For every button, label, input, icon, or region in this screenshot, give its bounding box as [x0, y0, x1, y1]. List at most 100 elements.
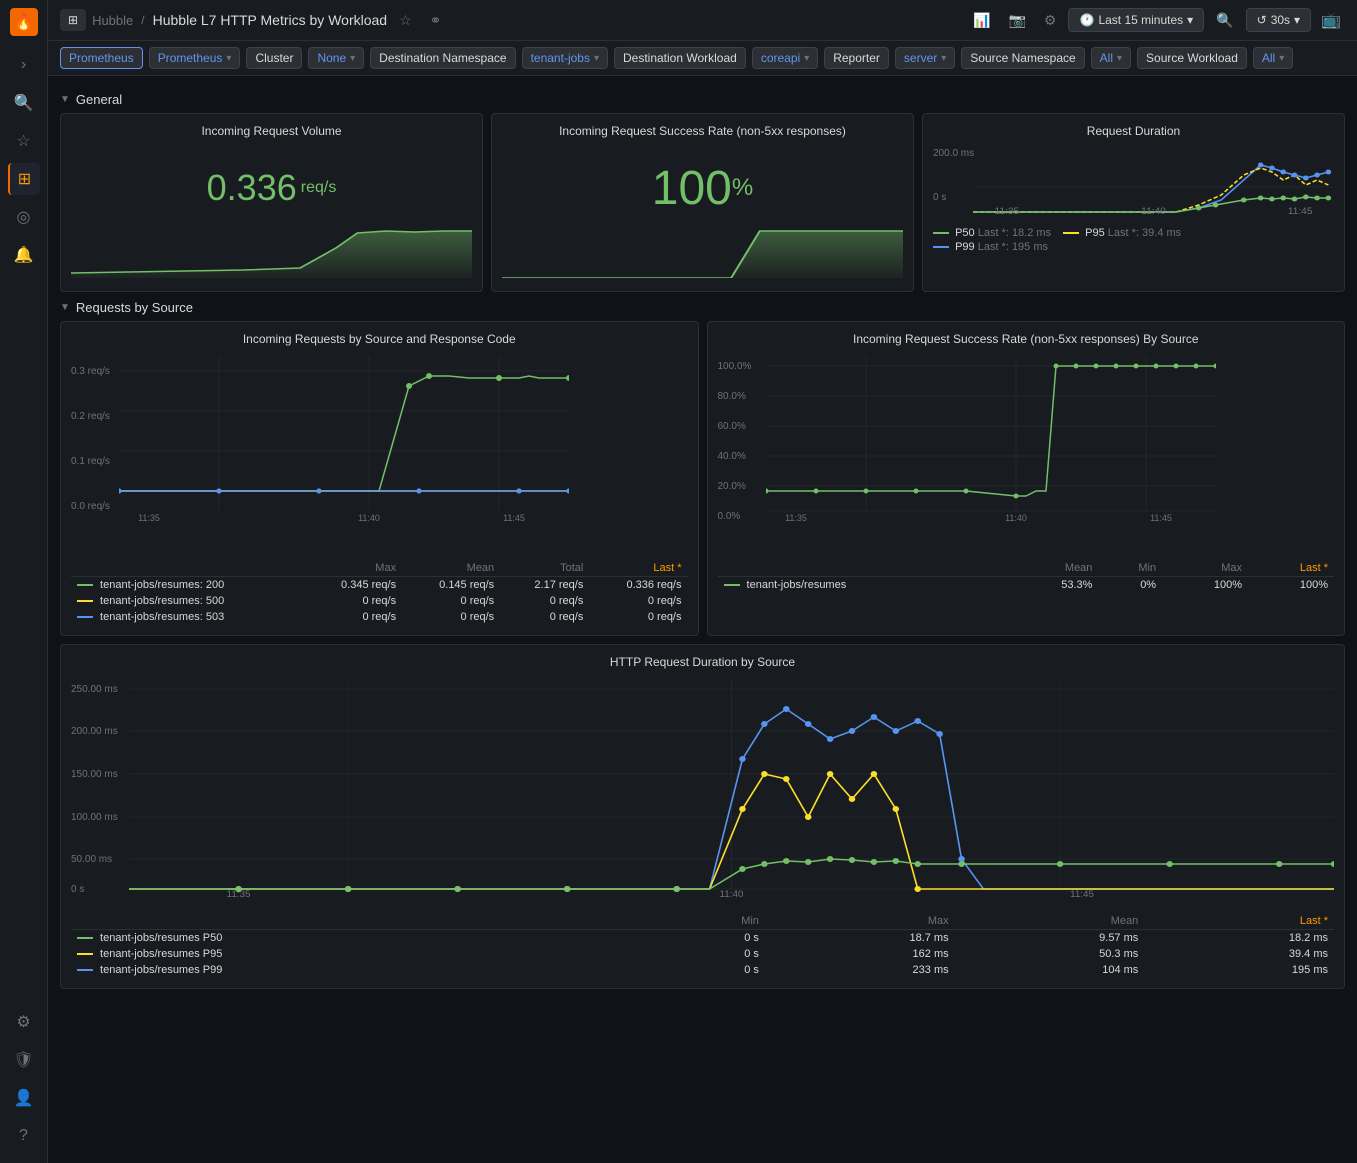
filter-cluster-val[interactable]: None ▾	[308, 47, 364, 69]
success-source-svg: 11:35 11:40 11:45	[766, 356, 1216, 526]
row-last: 0 req/s	[589, 609, 687, 625]
sidebar-alerts-icon[interactable]: 🔔	[8, 239, 40, 271]
filterbar: Prometheus Prometheus ▾ Cluster None ▾ D…	[48, 41, 1357, 76]
add-panel-button[interactable]: 📊	[967, 8, 996, 33]
p95-label: P95	[1085, 227, 1105, 239]
panel-success-by-source: Incoming Request Success Rate (non-5xx r…	[707, 321, 1346, 636]
sidebar-settings-icon[interactable]: ⚙	[8, 1006, 40, 1038]
row-mean: 104 ms	[955, 962, 1145, 978]
requests-section-title: Requests by Source	[76, 300, 193, 315]
y-label-02: 0.2 req/s	[71, 411, 110, 422]
sidebar-collapse-icon[interactable]: ›	[8, 49, 40, 81]
table-row: tenant-jobs/resumes 53.3% 0% 100% 100%	[718, 577, 1335, 594]
refresh-icon: ↺	[1257, 13, 1267, 27]
row-last: 195 ms	[1144, 962, 1334, 978]
filter-dest-ns-val[interactable]: tenant-jobs ▾	[522, 47, 608, 69]
filter-datasource[interactable]: Prometheus	[60, 47, 143, 69]
row-max: 0 req/s	[304, 609, 402, 625]
p50-legend: P50 Last *: 18.2 ms	[933, 227, 1051, 239]
time-range-picker[interactable]: 🕐 Last 15 minutes ▾	[1068, 8, 1204, 32]
dashboard-content: ▼ General Incoming Request Volume 0.336 …	[48, 76, 1357, 1163]
panel-success-title: Incoming Request Success Rate (non-5xx r…	[502, 124, 903, 138]
sidebar-starred-icon[interactable]: ☆	[8, 125, 40, 157]
row-label: tenant-jobs/resumes	[718, 577, 1006, 594]
grid-icon: ⊞	[68, 13, 78, 27]
app-switcher[interactable]: ⊞	[60, 9, 86, 31]
panel-duration-title: Request Duration	[933, 124, 1334, 138]
col-max: Max	[765, 913, 955, 930]
filter-prometheus-label: Prometheus	[158, 51, 223, 65]
zoom-out-button[interactable]: 🔍	[1210, 8, 1239, 33]
topbar-left: ⊞ Hubble / Hubble L7 HTTP Metrics by Wor…	[60, 8, 959, 33]
row-last: 0 req/s	[589, 593, 687, 609]
success-source-legend-table: Mean Min Max Last * tenant-jobs/resumes	[718, 560, 1335, 593]
col-mean: Mean	[1006, 560, 1099, 577]
filter-prometheus-ds[interactable]: Prometheus ▾	[149, 47, 241, 69]
panel-success-value: 100 %	[502, 148, 903, 228]
app-logo[interactable]: 🔥	[10, 8, 38, 36]
general-section-header[interactable]: ▼ General	[60, 92, 1345, 107]
row-mean: 0.145 req/s	[402, 577, 500, 594]
duration-y-max: 200.0 ms	[933, 148, 974, 159]
svg-text:11:40: 11:40	[1141, 206, 1166, 215]
p99-legend: P99 Last *: 195 ms	[933, 241, 1334, 253]
sidebar-shield-icon[interactable]: 🛡	[8, 1044, 40, 1076]
filter-src-wl-val[interactable]: All ▾	[1253, 47, 1293, 69]
sidebar-help-icon[interactable]: ?	[8, 1120, 40, 1152]
table-row: tenant-jobs/resumes P99 0 s 233 ms 104 m…	[71, 962, 1334, 978]
filter-reporter-val[interactable]: server ▾	[895, 47, 955, 69]
svg-text:11:45: 11:45	[1070, 888, 1094, 898]
snapshot-button[interactable]: 📷	[1002, 8, 1031, 33]
p50-last: Last *: 18.2 ms	[978, 227, 1051, 239]
incoming-by-source-title: Incoming Requests by Source and Response…	[71, 332, 688, 346]
row-min: 0 s	[655, 946, 765, 962]
duration-legend: P50 Last *: 18.2 ms P95 Last *: 39.4 ms	[933, 227, 1334, 239]
time-range-label: Last 15 minutes	[1098, 13, 1183, 27]
success-by-source-title: Incoming Request Success Rate (non-5xx r…	[718, 332, 1335, 346]
http-duration-legend-table: Min Max Mean Last * tenant-jobs/resumes …	[71, 913, 1334, 978]
filter-prometheus-caret: ▾	[226, 53, 231, 64]
col-last: Last *	[1248, 560, 1334, 577]
requests-by-source-section-header[interactable]: ▼ Requests by Source	[60, 300, 1345, 315]
row-max: 100%	[1162, 577, 1248, 594]
filter-src-ns-val[interactable]: All ▾	[1091, 47, 1131, 69]
svg-text:11:40: 11:40	[1005, 513, 1027, 523]
y-label-00: 0.0 req/s	[71, 501, 110, 512]
p95-last: Last *: 39.4 ms	[1108, 227, 1181, 239]
panel-http-duration: HTTP Request Duration by Source 250.00 m…	[60, 644, 1345, 989]
table-row: tenant-jobs/resumes P50 0 s 18.7 ms 9.57…	[71, 930, 1334, 947]
refresh-controls[interactable]: ↺ 30s ▾	[1246, 8, 1311, 32]
panel-vol-value: 0.336 req/s	[71, 148, 472, 228]
sidebar-explore-icon[interactable]: ◎	[8, 201, 40, 233]
row-label: tenant-jobs/resumes: 500	[71, 593, 304, 609]
topbar: ⊞ Hubble / Hubble L7 HTTP Metrics by Wor…	[48, 0, 1357, 41]
sidebar-search-icon[interactable]: 🔍	[8, 87, 40, 119]
row-label: tenant-jobs/resumes: 200	[71, 577, 304, 594]
svg-text:11:40: 11:40	[358, 513, 380, 523]
requests-by-source-row: Incoming Requests by Source and Response…	[60, 321, 1345, 636]
dashboard-settings-button[interactable]: ⚙	[1038, 8, 1063, 33]
breadcrumb-home[interactable]: Hubble	[92, 13, 133, 28]
vol-number: 0.336	[207, 167, 297, 209]
sidebar: 🔥 › 🔍 ☆ ⊞ ◎ 🔔 ⚙ 🛡 👤 ?	[0, 0, 48, 1163]
source-response-svg: 11:35 11:40 11:45	[119, 356, 569, 526]
filter-dest-wl-val[interactable]: coreapi ▾	[752, 47, 818, 69]
incoming-by-source-chart: 0.3 req/s 0.2 req/s 0.1 req/s 0.0 req/s	[71, 356, 688, 556]
tv-mode-button[interactable]: 📺	[1317, 6, 1345, 34]
table-row: tenant-jobs/resumes: 200 0.345 req/s 0.1…	[71, 577, 688, 594]
duration-y-min: 0 s	[933, 192, 946, 203]
main-content: ⊞ Hubble / Hubble L7 HTTP Metrics by Wor…	[48, 0, 1357, 1163]
filter-cluster-label: Cluster	[246, 47, 302, 69]
share-button[interactable]: ⚭	[424, 8, 448, 33]
row-label: tenant-jobs/resumes P99	[71, 962, 655, 978]
filter-dest-wl-label: Destination Workload	[614, 47, 746, 69]
row-label: tenant-jobs/resumes P95	[71, 946, 655, 962]
sidebar-avatar[interactable]: 👤	[8, 1082, 40, 1114]
row-last: 0.336 req/s	[589, 577, 687, 594]
col-name	[718, 560, 1006, 577]
col-mean: Mean	[402, 560, 500, 577]
row-mean: 53.3%	[1006, 577, 1099, 594]
sidebar-dashboards-icon[interactable]: ⊞	[8, 163, 40, 195]
star-button[interactable]: ☆	[393, 8, 418, 33]
row-last: 100%	[1248, 577, 1334, 594]
